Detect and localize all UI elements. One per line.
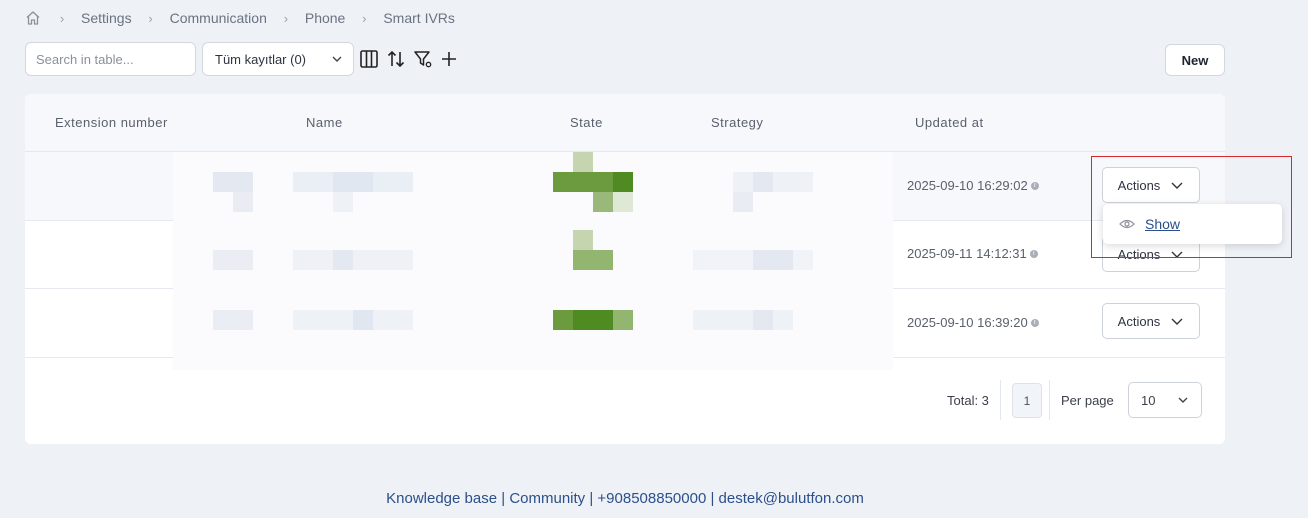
updated-at-value: 2025-09-10 16:29:02: [907, 178, 1028, 193]
redacted-content: [173, 152, 893, 370]
per-page-value: 10: [1141, 392, 1156, 408]
breadcrumb: › Settings › Communication › Phone › Sma…: [25, 8, 455, 28]
record-filter-value: Tüm kayıtlar (0): [215, 51, 307, 67]
actions-button[interactable]: Actions: [1102, 303, 1200, 339]
col-extension-number[interactable]: Extension number: [55, 115, 168, 130]
info-icon[interactable]: i: [1029, 249, 1038, 258]
footer-separator: |: [710, 490, 715, 507]
per-page-label: Per page: [1061, 393, 1114, 408]
ivr-table: Extension number Name State Strategy Upd…: [25, 94, 1225, 444]
updated-at-cell: 2025-09-10 16:29:02 i: [907, 178, 1039, 193]
chevron-down-icon: [332, 56, 342, 62]
col-state[interactable]: State: [570, 115, 603, 130]
col-strategy[interactable]: Strategy: [711, 115, 763, 130]
chevron-right-icon: ›: [362, 10, 367, 26]
chevron-right-icon: ›: [148, 10, 153, 26]
info-icon[interactable]: i: [1030, 318, 1039, 327]
community-link[interactable]: Community: [509, 490, 585, 507]
sort-icon[interactable]: [386, 49, 406, 69]
breadcrumb-phone[interactable]: Phone: [305, 10, 345, 26]
footer-separator: |: [589, 490, 594, 507]
knowledge-base-link[interactable]: Knowledge base: [386, 490, 497, 507]
add-filter-icon[interactable]: [439, 49, 459, 69]
total-count: Total: 3: [947, 393, 989, 408]
table-header: Extension number Name State Strategy Upd…: [25, 94, 1225, 152]
chevron-right-icon: ›: [59, 10, 65, 26]
breadcrumb-communication[interactable]: Communication: [170, 10, 267, 26]
per-page-select[interactable]: 10: [1128, 382, 1202, 418]
updated-at-value: 2025-09-11 14:12:31: [907, 246, 1027, 261]
columns-icon[interactable]: [359, 49, 379, 69]
divider: [1000, 380, 1001, 420]
table-toolbar: Tüm kayıtlar (0) New: [25, 42, 1308, 78]
home-icon[interactable]: [25, 9, 43, 27]
updated-at-value: 2025-09-10 16:39:20: [907, 315, 1028, 330]
chevron-right-icon: ›: [283, 10, 289, 26]
highlight-annotation: [1091, 156, 1292, 258]
col-updated-at[interactable]: Updated at: [915, 115, 984, 130]
updated-at-cell: 2025-09-11 14:12:31 i: [907, 246, 1038, 261]
breadcrumb-smart-ivrs: Smart IVRs: [383, 10, 455, 26]
footer-separator: |: [501, 490, 506, 507]
phone-link[interactable]: +908508850000: [597, 490, 706, 507]
actions-label: Actions: [1117, 313, 1161, 329]
footer-links: Knowledge base | Community | +9085088500…: [0, 490, 1250, 507]
page-1-button[interactable]: 1: [1012, 383, 1042, 418]
divider: [1049, 380, 1050, 420]
chevron-down-icon: [1171, 318, 1183, 325]
chevron-down-icon: [1178, 397, 1188, 403]
email-link[interactable]: destek@bulutfon.com: [719, 490, 864, 507]
record-filter-select[interactable]: Tüm kayıtlar (0): [202, 42, 354, 76]
breadcrumb-settings[interactable]: Settings: [81, 10, 132, 26]
filter-settings-icon[interactable]: [413, 49, 433, 69]
new-button[interactable]: New: [1165, 44, 1225, 76]
col-name[interactable]: Name: [306, 115, 343, 130]
search-input[interactable]: [25, 42, 196, 76]
updated-at-cell: 2025-09-10 16:39:20 i: [907, 315, 1039, 330]
info-icon[interactable]: i: [1030, 181, 1039, 190]
